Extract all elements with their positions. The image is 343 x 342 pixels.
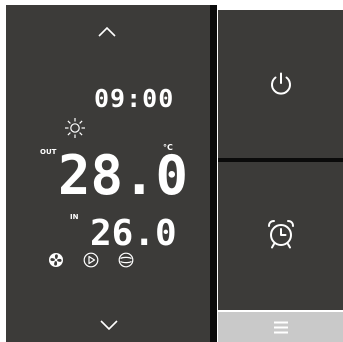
chevron-down-icon[interactable] — [98, 318, 120, 332]
thermostat-display-panel: 09:00 OUT °C 28.0 IN 26.0 — [6, 5, 210, 342]
play-icon — [83, 252, 99, 268]
menu-icon — [274, 321, 288, 334]
menu-button[interactable] — [218, 312, 343, 342]
vertical-divider — [210, 5, 217, 342]
alarm-clock-icon — [266, 218, 296, 250]
indoor-temperature: 26.0 — [90, 213, 177, 254]
power-icon — [267, 70, 295, 98]
sun-icon — [64, 117, 86, 139]
chevron-up-icon[interactable] — [96, 25, 118, 39]
in-label: IN — [70, 213, 79, 221]
mode-icon — [118, 252, 134, 268]
fan-icon — [48, 252, 64, 268]
power-button[interactable] — [218, 10, 343, 158]
out-label: OUT — [40, 148, 57, 156]
outdoor-temperature: 28.0 — [58, 144, 189, 207]
alarm-button[interactable] — [218, 162, 343, 310]
clock-time: 09:00 — [94, 84, 175, 113]
